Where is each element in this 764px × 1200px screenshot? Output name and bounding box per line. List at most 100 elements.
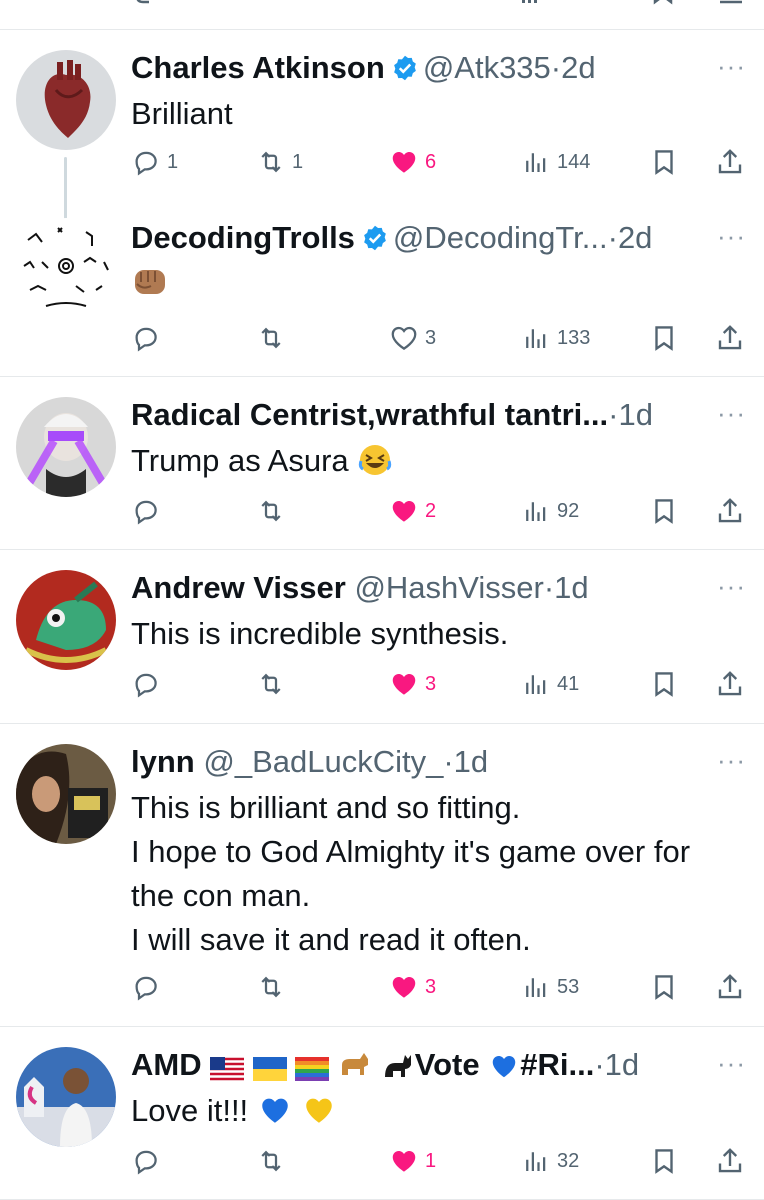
reply-icon: [135, 327, 157, 352]
share-icon: [718, 149, 742, 174]
repost-button[interactable]: [256, 666, 292, 702]
repost-button[interactable]: [256, 320, 292, 356]
reply-text: This is brilliant and so fitting. I hope…: [131, 786, 744, 962]
author-name[interactable]: AMD: [131, 1047, 202, 1082]
reply-item[interactable]: DecodingTrolls @DecodingTr...·2d ··· 3 1…: [0, 200, 764, 376]
avatar[interactable]: [16, 1047, 116, 1147]
avatar[interactable]: [16, 397, 116, 497]
views-button[interactable]: 53: [521, 969, 579, 1005]
bookmark-button[interactable]: [649, 320, 679, 356]
timestamp[interactable]: 1d: [605, 1047, 639, 1082]
bookmark-button[interactable]: [649, 666, 679, 702]
views-button[interactable]: 92: [521, 493, 579, 529]
more-options-icon[interactable]: ···: [717, 223, 746, 249]
repost-button[interactable]: 1: [256, 144, 303, 180]
reply-item[interactable]: AMD Vote #Ri...·1d ··· Love it!!! 1 32: [0, 1027, 764, 1200]
text-line: Brilliant: [131, 96, 233, 131]
like-count: 2: [425, 499, 437, 522]
more-options-icon[interactable]: ···: [717, 747, 746, 773]
author-name[interactable]: Radical Centrist,wrathful tantri...: [131, 397, 608, 432]
repost-button[interactable]: [256, 493, 292, 529]
reply-item[interactable]: lynn @_BadLuckCity_·1d ··· This is brill…: [0, 724, 764, 1026]
author-handle[interactable]: @HashVisser: [354, 570, 543, 605]
like-button[interactable]: 3: [389, 666, 436, 702]
author-handle[interactable]: @Atk335: [423, 50, 551, 85]
reply-button[interactable]: [131, 969, 167, 1005]
view-count: 133: [557, 326, 591, 349]
reply-header: lynn @_BadLuckCity_·1d: [131, 740, 674, 784]
author-name[interactable]: Charles Atkinson: [131, 50, 385, 85]
timestamp[interactable]: 1d: [618, 397, 652, 432]
avatar[interactable]: [16, 570, 116, 670]
blue-heart-icon: [493, 1056, 516, 1078]
like-count: 3: [425, 326, 437, 349]
more-options-icon[interactable]: ···: [717, 573, 746, 599]
share-button[interactable]: [715, 969, 745, 1005]
views-button[interactable]: 32: [521, 1143, 579, 1179]
repost-icon: [261, 976, 281, 998]
repost-button[interactable]: [256, 1143, 292, 1179]
like-button[interactable]: 2: [389, 493, 436, 529]
reply-item[interactable]: Andrew Visser @HashVisser·1d ··· This is…: [0, 550, 764, 723]
timestamp[interactable]: 1d: [454, 744, 488, 779]
views-button[interactable]: 133: [521, 320, 590, 356]
reply-button[interactable]: [131, 1143, 167, 1179]
reply-button[interactable]: [131, 320, 167, 356]
reply-button[interactable]: 1: [131, 144, 178, 180]
like-button[interactable]: 3: [389, 969, 436, 1005]
share-icon: [718, 498, 742, 523]
text-line: This is incredible synthesis.: [131, 616, 509, 651]
avatar[interactable]: [16, 50, 116, 150]
black-cat-emoji-icon: [384, 1055, 411, 1077]
share-button[interactable]: [715, 320, 745, 356]
bookmark-icon: [655, 499, 673, 524]
repost-count: 1: [292, 150, 304, 173]
reply-item[interactable]: Radical Centrist,wrathful tantri...·1d ·…: [0, 377, 764, 549]
views-button[interactable]: 41: [521, 666, 579, 702]
timestamp[interactable]: 2d: [618, 220, 652, 255]
author-name[interactable]: lynn: [131, 744, 195, 779]
heart-icon: [392, 674, 416, 695]
author-name[interactable]: DecodingTrolls: [131, 220, 355, 255]
bookmark-button[interactable]: [649, 1143, 679, 1179]
like-button[interactable]: 6: [389, 144, 436, 180]
reply-button[interactable]: [131, 493, 167, 529]
views-icon: [526, 502, 546, 521]
avatar[interactable]: [16, 218, 116, 318]
more-options-icon[interactable]: ···: [717, 53, 746, 79]
avatar[interactable]: [16, 744, 116, 844]
flag-ukraine-icon: [252, 1057, 287, 1081]
author-name[interactable]: Andrew Visser: [131, 570, 346, 605]
reply-icon: [135, 976, 157, 1001]
reply-text: Trump as Asura: [131, 439, 744, 483]
repost-icon: [261, 151, 281, 173]
laughing-emoji-icon: [359, 445, 392, 475]
share-button[interactable]: [715, 666, 745, 702]
reply-button[interactable]: [131, 666, 167, 702]
bookmark-icon: [655, 975, 673, 1000]
reply-item[interactable]: Charles Atkinson @Atk335·2d ··· Brillian…: [0, 30, 764, 219]
more-options-icon[interactable]: ···: [717, 400, 746, 426]
views-button[interactable]: 144: [521, 144, 590, 180]
share-button[interactable]: [715, 1143, 745, 1179]
view-count: 53: [557, 975, 580, 998]
more-options-icon[interactable]: ···: [717, 1050, 746, 1076]
bookmark-button[interactable]: [649, 144, 679, 180]
bookmark-button[interactable]: [649, 493, 679, 529]
author-handle[interactable]: @DecodingTr...: [393, 220, 608, 255]
like-button[interactable]: 1: [389, 1143, 436, 1179]
author-handle[interactable]: @_BadLuckCity_: [203, 744, 443, 779]
action-bar: 3 53: [131, 969, 746, 1005]
bookmark-button[interactable]: [649, 969, 679, 1005]
view-count: 41: [557, 672, 580, 695]
share-button[interactable]: [715, 493, 745, 529]
like-button[interactable]: 3: [389, 320, 436, 356]
timestamp[interactable]: 1d: [554, 570, 588, 605]
view-count: 32: [557, 1149, 580, 1172]
separator: ·: [443, 744, 454, 779]
share-button[interactable]: [715, 144, 745, 180]
repost-button[interactable]: [256, 969, 292, 1005]
action-bar: 3 41: [131, 666, 746, 702]
like-count: 6: [425, 150, 437, 173]
timestamp[interactable]: 2d: [561, 50, 595, 85]
